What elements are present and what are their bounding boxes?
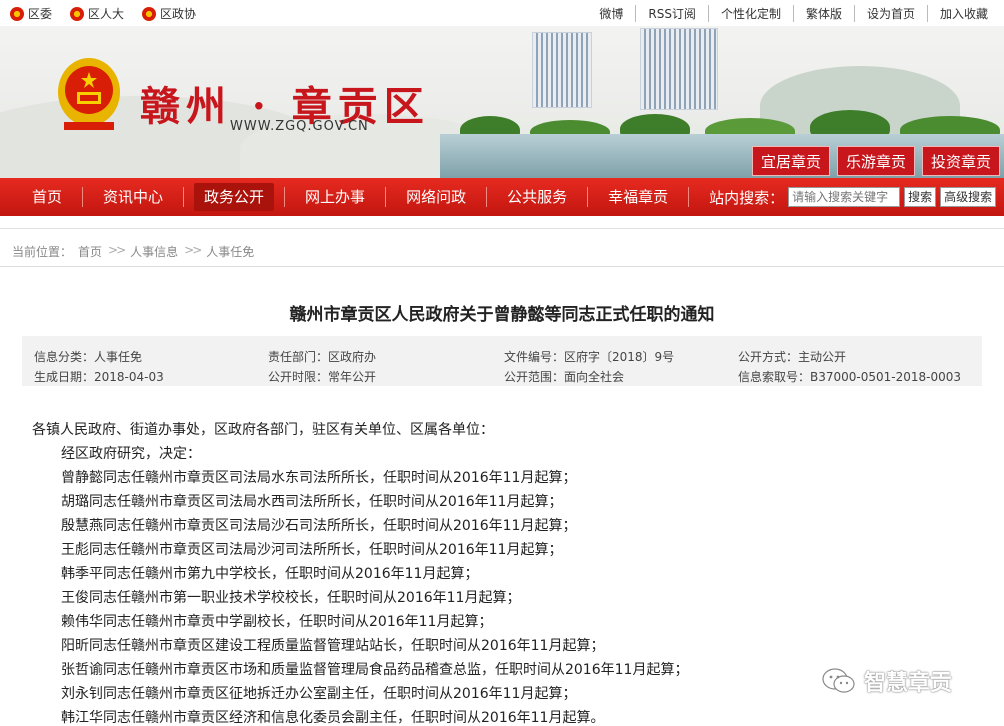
top-link-label: 区委: [28, 7, 53, 21]
traditional-chinese-link[interactable]: 繁体版: [792, 5, 854, 22]
cppcc-emblem-icon: [142, 6, 157, 21]
divider: [0, 266, 1004, 267]
nav-divider: [284, 187, 286, 207]
body-line: 曾静懿同志任赣州市章贡区司法局水东司法所所长，任职时间从2016年11月起算；: [61, 470, 577, 486]
breadcrumb-item-personnel-info[interactable]: 人事信息: [130, 243, 178, 260]
rss-link[interactable]: RSS订阅: [635, 5, 708, 22]
wechat-icon: [822, 668, 855, 693]
meta-department: 责任部门：区政府办: [268, 350, 377, 364]
body-line: 刘永钊同志任赣州市章贡区征地拆迁办公室副主任，任职时间从2016年11月起算；: [61, 686, 577, 702]
meta-date: 生成日期：2018-04-03: [34, 370, 164, 384]
national-emblem-icon: [70, 6, 85, 21]
nav-item-gov-affairs[interactable]: 政务公开: [194, 183, 275, 211]
quick-link-investment[interactable]: 投资章贡: [921, 146, 1000, 176]
meta-time-limit: 公开时限：常年公开: [268, 370, 377, 384]
breadcrumb-label: 当前位置：: [12, 245, 73, 259]
search-button[interactable]: 搜索: [904, 187, 937, 207]
body-line: 经区政府研究，决定：: [61, 446, 201, 462]
breadcrumb-item-appointments[interactable]: 人事任免: [206, 243, 254, 260]
building-image: [640, 28, 718, 110]
nav-divider: [587, 187, 589, 207]
body-line: 各镇人民政府、街道办事处，区政府各部门，驻区有关单位、区属各单位：: [32, 422, 494, 438]
document-body: 各镇人民政府、街道办事处，区政府各部门，驻区有关单位、区属各单位： 经区政府研究…: [32, 418, 688, 726]
top-bar: 区委 区人大 区政协 微博 RSS订阅 个性化定制 繁体版 设为首页 加入收藏: [0, 0, 1004, 26]
quick-links: 宜居章贡 乐游章贡 投资章贡: [751, 146, 1000, 176]
customize-link[interactable]: 个性化定制: [707, 5, 793, 22]
breadcrumb-separator: >>: [184, 243, 202, 257]
nav-item-news[interactable]: 资讯中心: [93, 183, 173, 211]
meta-publicity: 公开方式：主动公开: [738, 350, 847, 364]
breadcrumb-item-home[interactable]: 首页: [78, 243, 102, 260]
weibo-link[interactable]: 微博: [587, 5, 635, 22]
body-line: 王彪同志任赣州市章贡区司法局沙河司法所所长，任职时间从2016年11月起算；: [61, 542, 563, 558]
top-link-peoples-congress[interactable]: 区人大: [70, 5, 124, 22]
nav-item-public-services[interactable]: 公共服务: [497, 183, 577, 211]
page-title: 赣州市章贡区人民政府关于曾静懿等同志正式任职的通知: [289, 305, 715, 325]
breadcrumb-separator: >>: [108, 243, 126, 257]
nav-divider: [486, 187, 488, 207]
body-line: 阳昕同志任赣州市章贡区建设工程质量监督管理站站长，任职时间从2016年11月起算…: [61, 638, 605, 654]
top-link-cppcc[interactable]: 区政协: [142, 5, 196, 22]
breadcrumb: 当前位置： 首页 >> 人事信息 >> 人事任免: [12, 243, 254, 260]
site-url: WWW.ZGQ.GOV.CN: [230, 119, 369, 134]
search-input[interactable]: [788, 187, 901, 207]
body-line: 韩季平同志任赣州市第九中学校长，任职时间从2016年11月起算；: [61, 566, 479, 582]
body-line: 殷慧燕同志任赣州市章贡区司法局沙石司法所所长，任职时间从2016年11月起算；: [61, 518, 577, 534]
body-line: 张哲谕同志任赣州市章贡区市场和质量监督管理局食品药品稽查总监，任职时间从2016…: [61, 662, 689, 678]
nav-item-online-services[interactable]: 网上办事: [295, 183, 375, 211]
quick-link-livable[interactable]: 宜居章贡: [751, 146, 830, 176]
body-line: 胡璐同志任赣州市章贡区司法局水西司法所所长，任职时间从2016年11月起算；: [61, 494, 563, 510]
wechat-watermark: 智慧章贡: [822, 665, 952, 697]
nav-divider: [385, 187, 387, 207]
advanced-search-button[interactable]: 高级搜索: [940, 187, 997, 207]
nav-divider: [82, 187, 84, 207]
meta-scope: 公开范围：面向全社会: [504, 370, 625, 384]
top-link-label: 区政协: [160, 7, 197, 21]
main-nav: 首页 资讯中心 政务公开 网上办事 网络问政 公共服务 幸福章贡 站内搜索： 搜…: [0, 178, 1004, 216]
nav-divider: [688, 187, 690, 207]
meta-file-number: 文件编号：区府字〔2018〕9号: [504, 350, 675, 364]
top-link-label: 区人大: [88, 7, 125, 21]
body-line: 王俊同志任赣州市第一职业技术学校校长，任职时间从2016年11月起算；: [61, 590, 521, 606]
national-emblem-logo: [58, 58, 120, 130]
site-search-label: 站内搜索：: [709, 188, 785, 207]
top-bar-right-links: 微博 RSS订阅 个性化定制 繁体版 设为首页 加入收藏: [587, 5, 1000, 22]
party-emblem-icon: [10, 6, 24, 21]
nav-item-home[interactable]: 首页: [22, 183, 72, 211]
document-meta-table: 信息分类：人事任免 责任部门：区政府办 文件编号：区府字〔2018〕9号 公开方…: [22, 336, 982, 386]
divider: [0, 228, 1004, 229]
meta-category: 信息分类：人事任免: [34, 350, 143, 364]
building-image: [532, 32, 592, 108]
watermark-text: 智慧章贡: [864, 671, 953, 696]
nav-item-happy-zhanggong[interactable]: 幸福章贡: [598, 183, 678, 211]
top-link-district-committee[interactable]: 区委: [10, 5, 52, 22]
nav-item-online-inquiry[interactable]: 网络问政: [396, 183, 476, 211]
set-homepage-link[interactable]: 设为首页: [853, 5, 927, 22]
site-banner: 赣州 · 章贡区 WWW.ZGQ.GOV.CN 宜居章贡 乐游章贡 投资章贡: [0, 26, 1004, 178]
nav-divider: [183, 187, 185, 207]
top-bar-left-links: 区委 区人大 区政协: [10, 5, 196, 22]
quick-link-tourism[interactable]: 乐游章贡: [836, 146, 915, 176]
body-line: 韩江华同志任赣州市章贡区经济和信息化委员会副主任，任职时间从2016年11月起算…: [61, 710, 605, 726]
body-line: 赖伟华同志任赣州市章贡中学副校长，任职时间从2016年11月起算；: [61, 614, 493, 630]
meta-index-number: 信息索取号：B37000-0501-2018-0003: [738, 370, 962, 384]
add-favorite-link[interactable]: 加入收藏: [926, 5, 1000, 22]
